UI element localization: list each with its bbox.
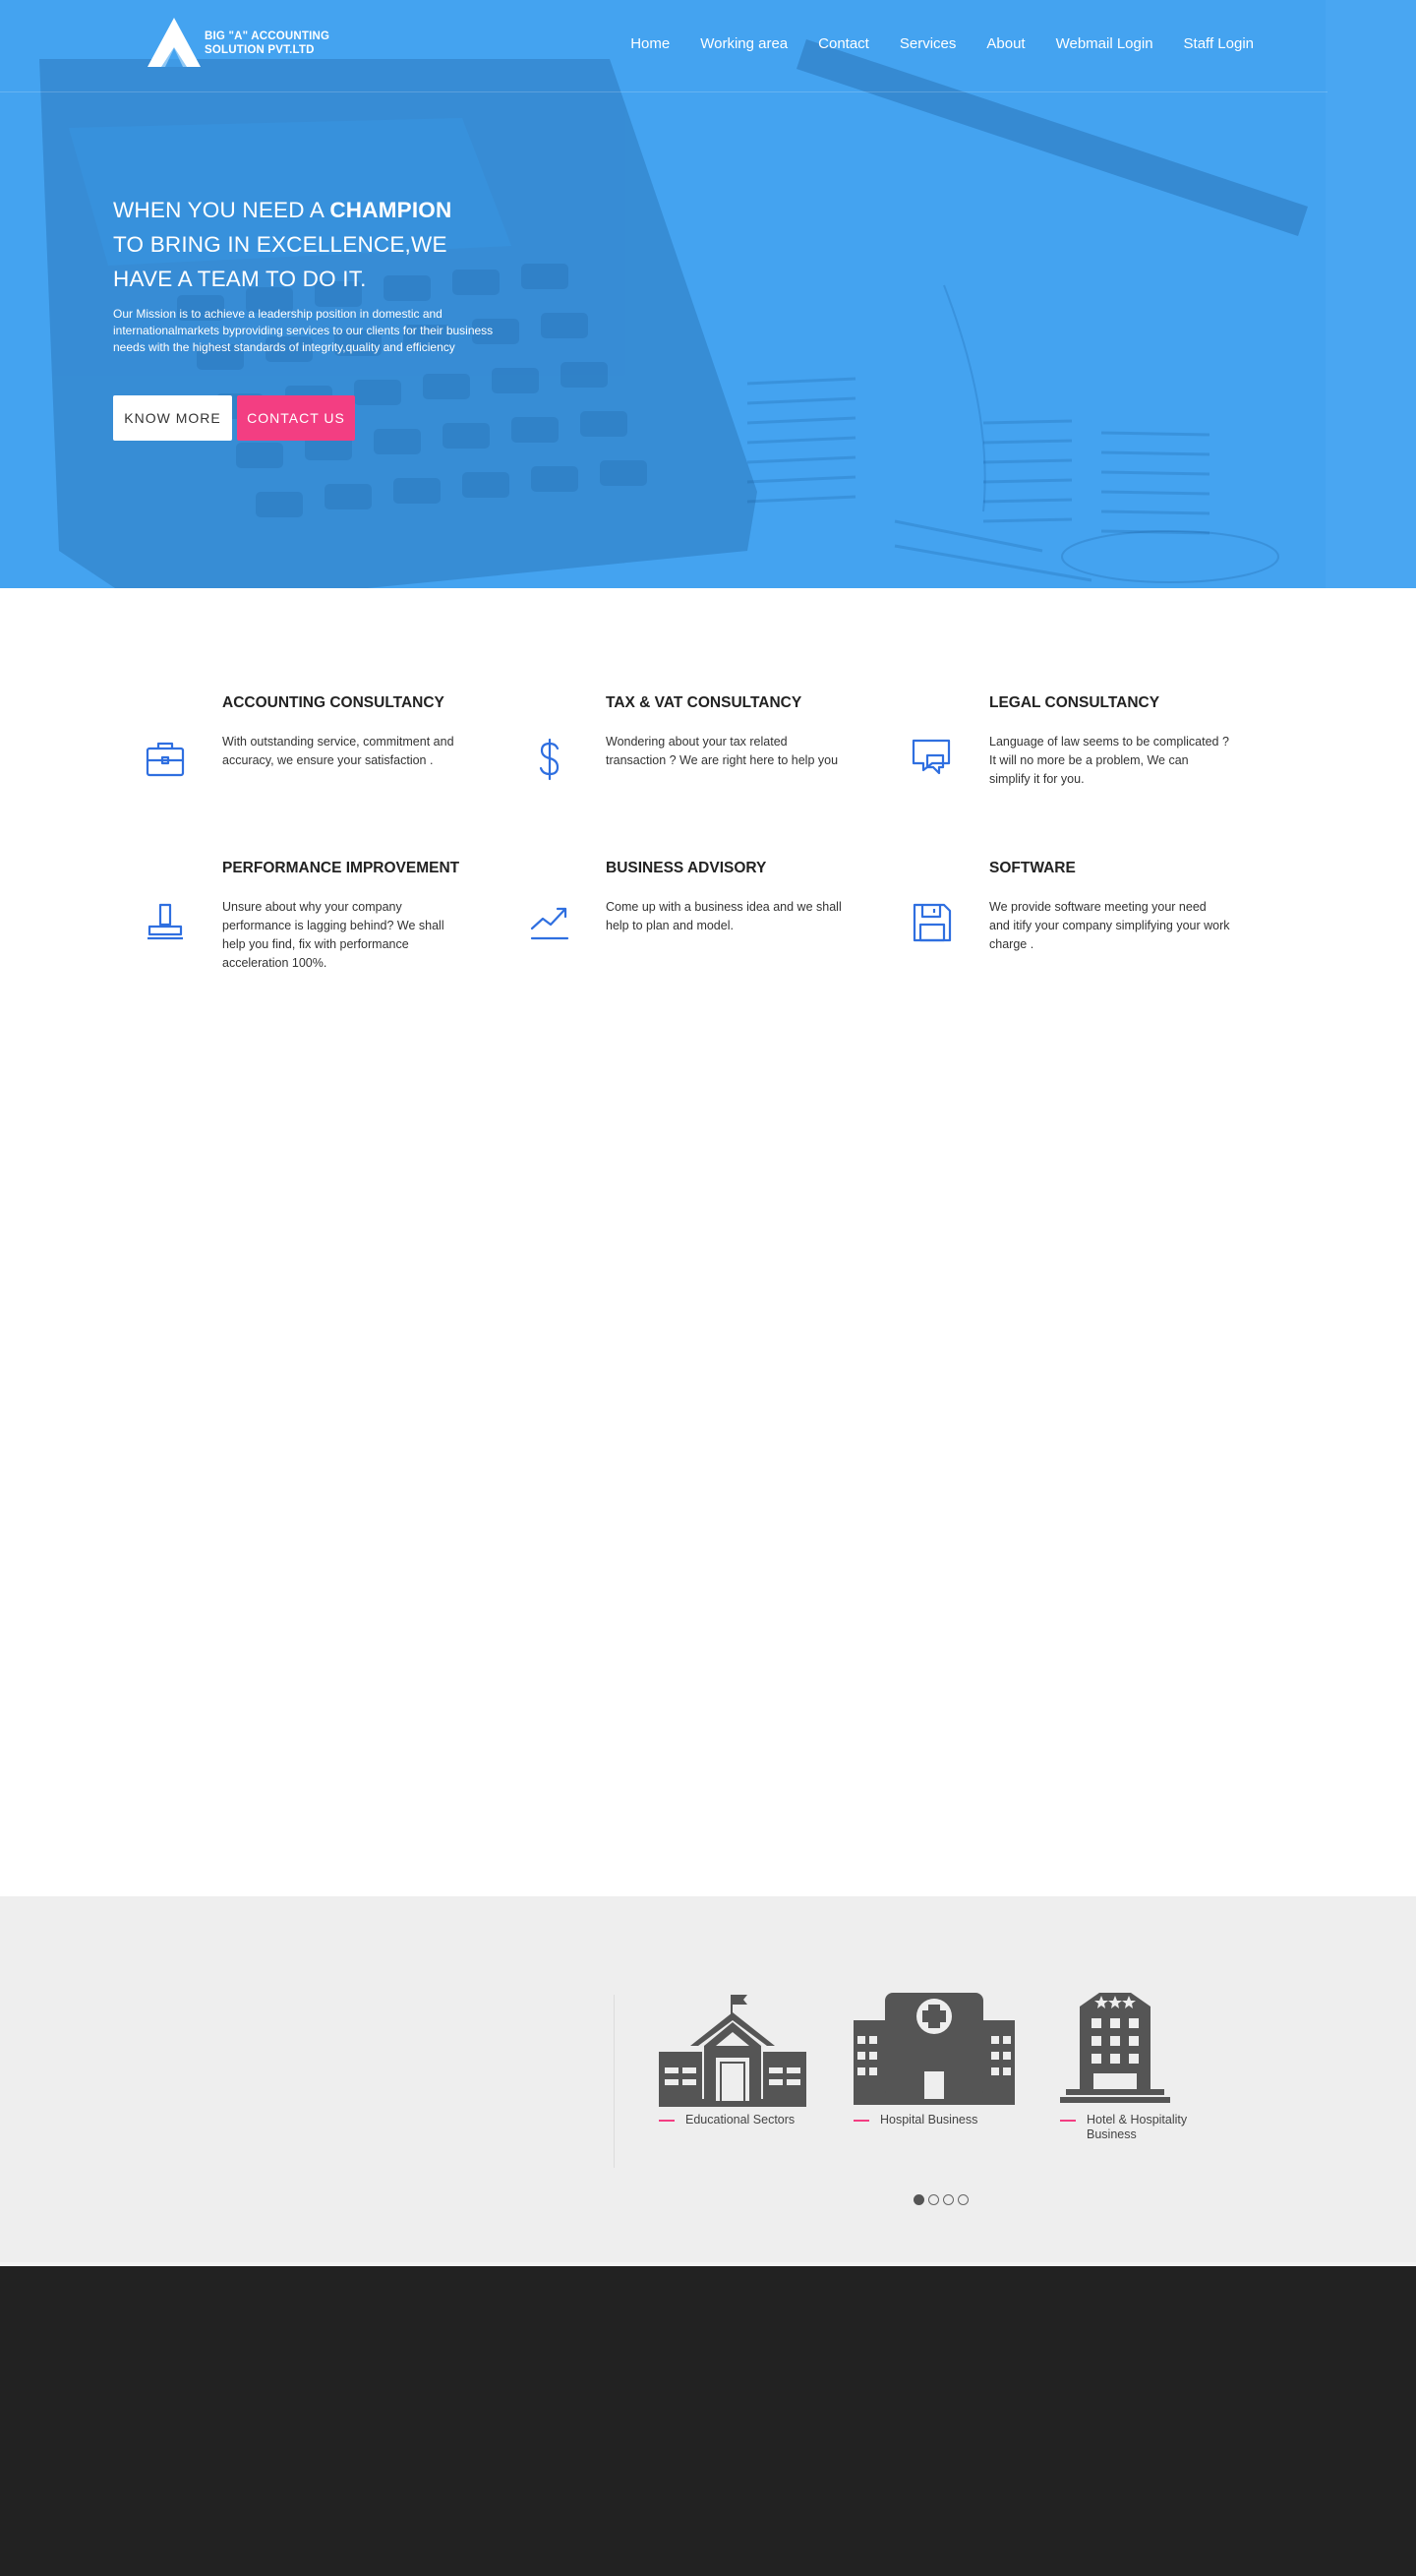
service-description: Come up with a business idea and we shal… [606, 900, 842, 932]
service-business-advisory: BUSINESS ADVISORY Come up with a busines… [606, 860, 861, 935]
service-legal-consultancy: LEGAL CONSULTANCY Language of law seems … [989, 694, 1245, 789]
stamp-icon [148, 903, 183, 940]
dollar-icon [539, 738, 560, 781]
contact-us-button[interactable]: CONTACT US [237, 395, 355, 441]
industry-label: Hotel & Hospitality Business [1060, 2113, 1198, 2142]
carousel-dot-2[interactable] [928, 2194, 939, 2205]
hotel-icon [1060, 1993, 1170, 2103]
service-title: SOFTWARE [989, 860, 1076, 876]
industries-divider [614, 1995, 615, 2168]
service-title: LEGAL CONSULTANCY [989, 694, 1160, 711]
industries-section: Educational Sectors Hospital Business Ho… [0, 1896, 1416, 2262]
site-footer [0, 2262, 1416, 2576]
carousel-dots [914, 2194, 973, 2205]
service-title: TAX & VAT CONSULTANCY [606, 694, 802, 711]
know-more-button[interactable]: KNOW MORE [113, 395, 232, 441]
hero-copy: WHEN YOU NEED A CHAMPION TO BRING IN EXC… [113, 193, 526, 356]
industry-label-text: Educational Sectors [685, 2113, 796, 2127]
chat-bubbles-icon [912, 739, 951, 775]
label-dash [1060, 2120, 1076, 2122]
nav-services[interactable]: Services [900, 35, 957, 52]
brand-line-2: SOLUTION PVT.LTD [205, 44, 315, 56]
industry-label: Hospital Business [854, 2113, 1011, 2127]
mission-statement: Our Mission is to achieve a leadership p… [113, 307, 494, 354]
brand-logo[interactable]: BIG "A" ACCOUNTING SOLUTION PVT.LTD [148, 18, 329, 69]
headline-line3: HAVE A TEAM TO DO IT. [113, 267, 367, 291]
floppy-disk-icon [913, 903, 952, 942]
carousel-dot-4[interactable] [958, 2194, 969, 2205]
nav-staff-login[interactable]: Staff Login [1184, 35, 1254, 52]
nav-working-area[interactable]: Working area [700, 35, 788, 52]
service-performance-improvement: PERFORMANCE IMPROVEMENT Unsure about why… [222, 860, 478, 973]
service-description: We provide software meeting your need an… [989, 900, 1230, 951]
briefcase-icon [146, 742, 185, 777]
headline-line2: TO BRING IN EXCELLENCE,WE [113, 232, 447, 257]
label-dash [854, 2120, 869, 2122]
trend-up-icon [530, 907, 569, 940]
hero-headline: WHEN YOU NEED A CHAMPION TO BRING IN EXC… [113, 193, 526, 296]
site-header: BIG "A" ACCOUNTING SOLUTION PVT.LTD Home… [0, 0, 1328, 92]
service-software: SOFTWARE We provide software meeting you… [989, 860, 1245, 954]
brand-name: BIG "A" ACCOUNTING SOLUTION PVT.LTD [205, 30, 329, 57]
service-accounting-consultancy: ACCOUNTING CONSULTANCY With outstanding … [222, 694, 478, 770]
service-title: ACCOUNTING CONSULTANCY [222, 694, 444, 711]
brand-line-1: BIG "A" ACCOUNTING [205, 30, 330, 42]
industry-label: Educational Sectors [659, 2113, 816, 2127]
service-title: BUSINESS ADVISORY [606, 860, 767, 876]
service-description: Unsure about why your company performanc… [222, 900, 444, 970]
hero-right-strip [1326, 0, 1416, 588]
nav-webmail-login[interactable]: Webmail Login [1056, 35, 1153, 52]
nav-contact[interactable]: Contact [818, 35, 869, 52]
carousel-dot-1[interactable] [914, 2194, 924, 2205]
service-tax-vat-consultancy: TAX & VAT CONSULTANCY Wondering about yo… [606, 694, 861, 770]
hero-buttons: KNOW MORE CONTACT US [113, 395, 355, 441]
logo-a-icon [148, 18, 201, 67]
nav-about[interactable]: About [986, 35, 1025, 52]
service-description: Wondering about your tax related transac… [606, 735, 839, 767]
headline-line1-pre: WHEN YOU NEED A [113, 198, 330, 222]
industry-label-text: Hospital Business [880, 2113, 978, 2127]
headline-champion: CHAMPION [329, 198, 452, 222]
service-description: Language of law seems to be complicated … [989, 735, 1229, 786]
main-nav: Home Working area Contact Services About… [600, 35, 1254, 52]
service-title: PERFORMANCE IMPROVEMENT [222, 860, 460, 876]
nav-home[interactable]: Home [630, 35, 670, 52]
industry-label-text: Hotel & Hospitality Business [1087, 2113, 1188, 2141]
hospital-icon [854, 1993, 1015, 2105]
service-description: With outstanding service, commitment and… [222, 735, 454, 767]
school-icon [659, 1995, 806, 2107]
label-dash [659, 2120, 675, 2122]
carousel-dot-3[interactable] [943, 2194, 954, 2205]
hero-section: BIG "A" ACCOUNTING SOLUTION PVT.LTD Home… [0, 0, 1416, 588]
